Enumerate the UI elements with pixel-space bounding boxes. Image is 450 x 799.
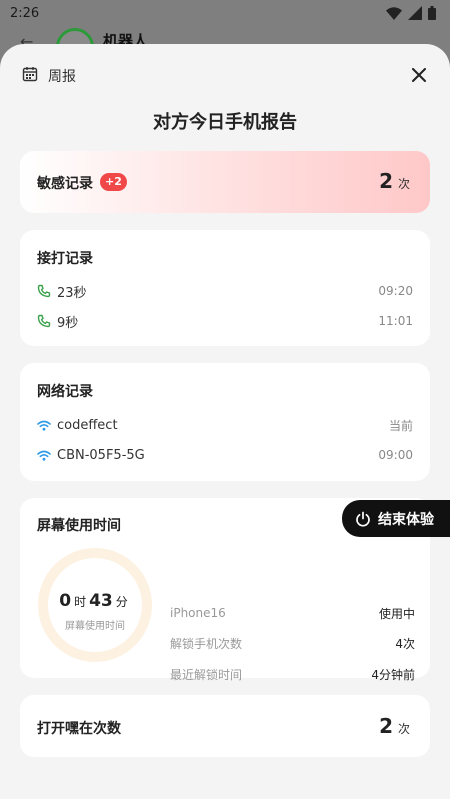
screen-time-minutes: 43 [89,591,113,611]
close-button[interactable] [408,64,430,86]
close-icon [412,68,426,82]
last-unlock-row: 最近解锁时间 4分钟前 [170,665,415,683]
sensitive-count-value: 2 [379,169,393,193]
cell-signal-icon [408,6,422,20]
phone-icon [37,314,51,328]
unlock-count-value: 4次 [395,636,415,651]
open-count-value: 2 [379,714,393,738]
call-time: 09:20 [378,284,413,298]
power-icon [356,511,370,527]
screen-time-center: 0 时 43 分 屏幕使用时间 [37,591,153,632]
sensitive-count-unit: 次 [397,177,410,191]
phone-icon [37,284,51,298]
call-duration: 23秒 [57,285,87,301]
call-records-card: 接打记录 23秒 09:20 9秒 11:01 [20,230,430,346]
unlock-count-label: 解锁手机次数 [170,636,243,651]
screen-time-hours: 0 [59,591,72,611]
status-bar: 2:26 [0,0,450,26]
network-name: codeffect [57,417,118,433]
call-records-title: 接打记录 [37,251,93,267]
open-count-title: 打开嘿在次数 [37,721,121,737]
sensitive-badge: +2 [100,173,127,191]
screen-time-value: 0 时 43 分 [37,591,153,611]
screen-time-hours-unit: 时 [74,595,87,609]
sensitive-count: 2 次 [379,169,410,193]
device-row: iPhone16 使用中 [170,604,415,622]
end-experience-button[interactable]: 结束体验 [342,500,450,537]
wifi-icon [37,450,51,461]
network-name: CBN-05F5-5G [57,447,145,463]
status-icons [386,6,436,20]
wifi-signal-icon [386,6,402,20]
network-time: 当前 [388,418,413,433]
page-title: 对方今日手机报告 [153,112,297,133]
sensitive-records-card[interactable]: 敏感记录 +2 2 次 [20,151,430,213]
network-records-title: 网络记录 [37,384,93,400]
battery-icon [428,6,436,20]
last-unlock-label: 最近解锁时间 [170,667,243,682]
list-item[interactable]: CBN-05F5-5G 09:00 [37,445,413,465]
open-count-card: 打开嘿在次数 2 次 [20,695,430,757]
sheet-header-label: 周报 [48,69,76,85]
list-item[interactable]: 23秒 09:20 [37,281,413,301]
report-sheet: 周报 对方今日手机报告 敏感记录 +2 2 次 接打记录 23秒 09:20 9… [0,44,450,799]
device-name: iPhone16 [170,606,226,620]
call-duration: 9秒 [57,315,79,331]
wifi-icon [37,420,51,431]
sheet-header: 周报 [0,62,450,90]
calendar-icon [22,67,38,82]
sensitive-records-title: 敏感记录 [37,176,93,192]
network-records-card: 网络记录 codeffect 当前 CBN-05F5-5G 09:00 [20,363,430,481]
unlock-count-row: 解锁手机次数 4次 [170,634,415,652]
open-count: 2 次 [379,714,410,738]
end-experience-label: 结束体验 [378,511,434,528]
list-item[interactable]: 9秒 11:01 [37,311,413,331]
open-count-unit: 次 [397,722,410,736]
screen-time-minutes-unit: 分 [115,595,128,609]
network-time: 09:00 [378,448,413,462]
last-unlock-value: 4分钟前 [371,667,415,682]
screen-time-ring-label: 屏幕使用时间 [65,621,125,632]
call-time: 11:01 [378,314,413,328]
status-time: 2:26 [10,5,40,21]
screen-time-title: 屏幕使用时间 [37,518,121,534]
device-status: 使用中 [378,606,415,621]
list-item[interactable]: codeffect 当前 [37,415,413,435]
